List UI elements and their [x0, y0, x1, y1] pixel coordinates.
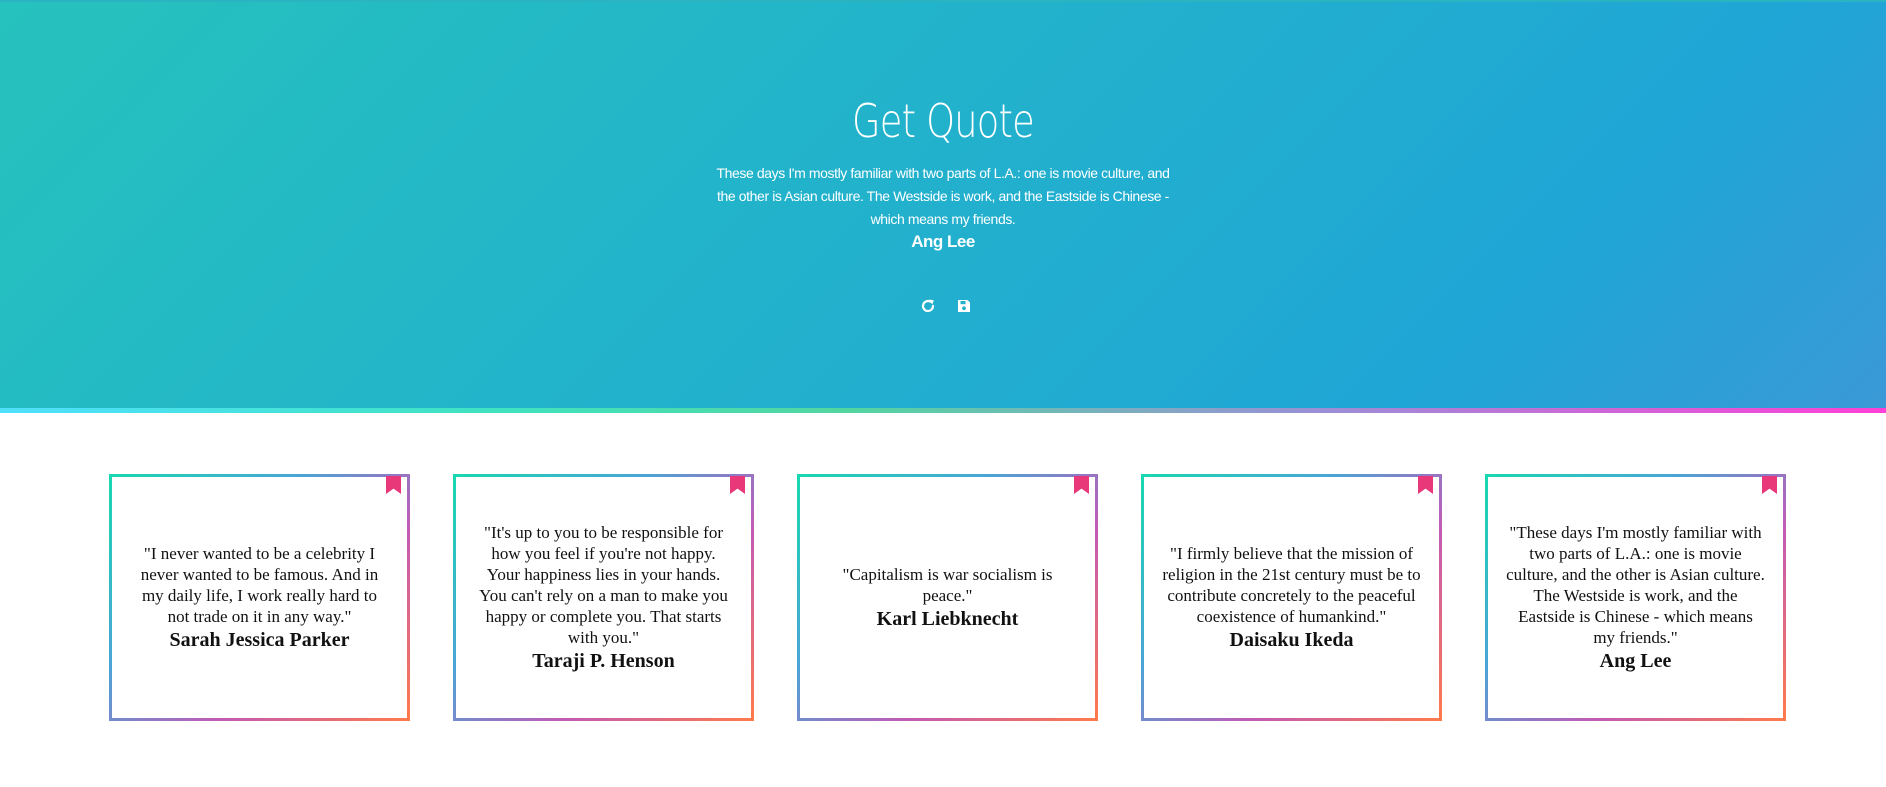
page-title: Get Quote [852, 94, 1035, 148]
save-button[interactable] [954, 296, 974, 316]
quote-card[interactable]: "I never wanted to be a celebrity I neve… [109, 474, 410, 721]
quote-card-author: Daisaku Ikeda [1229, 629, 1354, 651]
quote-card-text: "I firmly believe that the mission of re… [1162, 544, 1421, 626]
quote-card[interactable]: "I firmly believe that the mission of re… [1141, 474, 1442, 721]
quote-card-author: Ang Lee [1599, 650, 1672, 672]
bookmark-icon[interactable] [1762, 476, 1777, 494]
bookmark-icon[interactable] [386, 476, 401, 494]
bookmark-icon[interactable] [1418, 476, 1433, 494]
quote-card-author: Karl Liebknecht [876, 608, 1019, 630]
quote-card-author: Sarah Jessica Parker [169, 629, 350, 651]
save-icon [958, 300, 970, 312]
quote-card-text: "It's up to you to be responsible for ho… [479, 523, 728, 647]
featured-quote-text: These days I'm mostly familiar with two … [716, 165, 1170, 227]
quote-card[interactable]: "It's up to you to be responsible for ho… [453, 474, 754, 721]
quote-card-text: "Capitalism is war socialism is peace." [842, 565, 1053, 605]
quote-card-text: "I never wanted to be a celebrity I neve… [140, 544, 379, 626]
bookmark-icon[interactable] [1074, 476, 1089, 494]
hero-divider [0, 408, 1886, 413]
refresh-icon [921, 299, 935, 313]
quote-card-author: Taraji P. Henson [532, 650, 675, 672]
quote-actions [918, 296, 974, 318]
refresh-button[interactable] [918, 296, 938, 316]
quote-card[interactable]: "Capitalism is war socialism is peace." … [797, 474, 1098, 721]
saved-quotes-list: "I never wanted to be a celebrity I neve… [0, 474, 1886, 722]
hero-banner: Get Quote These days I'm mostly familiar… [0, 0, 1886, 408]
featured-quote-author: Ang Lee [911, 232, 975, 251]
quote-card-text: "These days I'm mostly familiar with two… [1506, 523, 1765, 647]
bookmark-icon[interactable] [730, 476, 745, 494]
quote-card[interactable]: "These days I'm mostly familiar with two… [1485, 474, 1786, 721]
